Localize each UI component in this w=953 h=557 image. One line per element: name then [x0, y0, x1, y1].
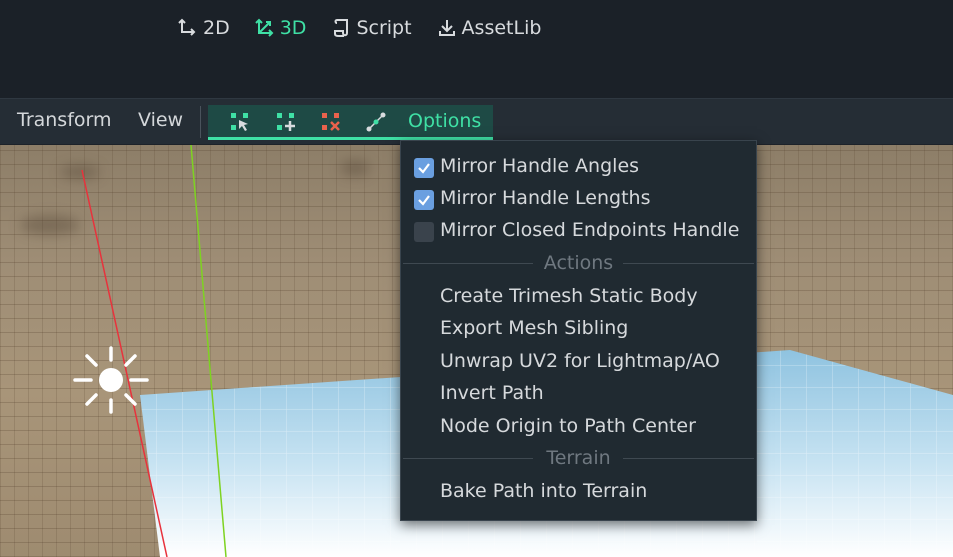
checkbox-checked-icon — [414, 158, 434, 178]
menu-item-label: Mirror Handle Angles — [440, 155, 640, 177]
add-point-icon[interactable] — [275, 111, 297, 133]
2d-icon — [178, 18, 196, 36]
main-screen-bar: 2D 3D Script AssetLib — [0, 0, 953, 98]
tab-3d[interactable]: 3D — [255, 14, 319, 42]
menu-item-mirror-handle-lengths[interactable]: Mirror Handle Lengths — [401, 184, 756, 214]
options-popup-menu: Mirror Handle Angles Mirror Handle Lengt… — [400, 140, 757, 521]
script-icon — [334, 19, 349, 37]
menu-item-mirror-handle-angles[interactable]: Mirror Handle Angles — [401, 152, 756, 182]
assetlib-icon — [438, 20, 455, 36]
menu-item-label: Create Trimesh Static Body — [440, 285, 698, 307]
menu-item-label: Invert Path — [440, 382, 544, 404]
menu-item-bake-path-terrain[interactable]: Bake Path into Terrain — [401, 477, 756, 507]
main-screen-tabs: 2D 3D Script AssetLib — [178, 14, 566, 42]
tab-assetlib-label: AssetLib — [461, 17, 542, 39]
delete-point-icon[interactable] — [320, 111, 342, 133]
menu-item-mirror-closed-endpoints[interactable]: Mirror Closed Endpoints Handle — [401, 216, 756, 246]
terrain-section-header: Terrain — [401, 444, 756, 474]
spatial-editor-toolbar: Transform View Options — [0, 98, 953, 144]
edit-curve-icon[interactable] — [365, 111, 387, 133]
select-points-icon[interactable] — [229, 111, 251, 133]
transform-menu[interactable]: Transform — [17, 109, 112, 131]
menu-item-invert-path[interactable]: Invert Path — [401, 379, 756, 409]
menu-item-create-trimesh[interactable]: Create Trimesh Static Body — [401, 282, 756, 312]
menu-item-label: Node Origin to Path Center — [440, 415, 696, 437]
menu-item-label: Export Mesh Sibling — [440, 317, 629, 339]
tab-2d[interactable]: 2D — [178, 14, 242, 42]
separator-line — [623, 458, 754, 459]
actions-section-header: Actions — [401, 249, 756, 279]
checkbox-checked-icon — [414, 190, 434, 210]
options-menu-button[interactable]: Options — [408, 110, 481, 132]
3d-icon — [255, 18, 274, 37]
menu-item-label: Unwrap UV2 for Lightmap/AO — [440, 350, 720, 372]
menu-item-node-origin-center[interactable]: Node Origin to Path Center — [401, 412, 756, 442]
light-gizmo-icon[interactable] — [73, 346, 149, 414]
menu-item-label: Mirror Handle Lengths — [440, 187, 651, 209]
tab-script[interactable]: Script — [331, 14, 423, 42]
toolbar-separator — [200, 106, 201, 138]
checkbox-unchecked-icon — [414, 222, 434, 242]
menu-item-export-mesh-sibling[interactable]: Export Mesh Sibling — [401, 314, 756, 344]
menu-item-unwrap-uv2[interactable]: Unwrap UV2 for Lightmap/AO — [401, 347, 756, 377]
menu-item-label: Bake Path into Terrain — [440, 480, 648, 502]
tab-assetlib[interactable]: AssetLib — [437, 14, 554, 42]
tab-2d-label: 2D — [203, 17, 230, 39]
view-menu[interactable]: View — [138, 109, 183, 131]
menu-item-label: Mirror Closed Endpoints Handle — [440, 219, 740, 241]
tab-3d-label: 3D — [279, 17, 307, 39]
path-editor-tools: Options — [208, 105, 493, 140]
separator-line — [623, 263, 754, 264]
tab-script-label: Script — [356, 17, 412, 39]
